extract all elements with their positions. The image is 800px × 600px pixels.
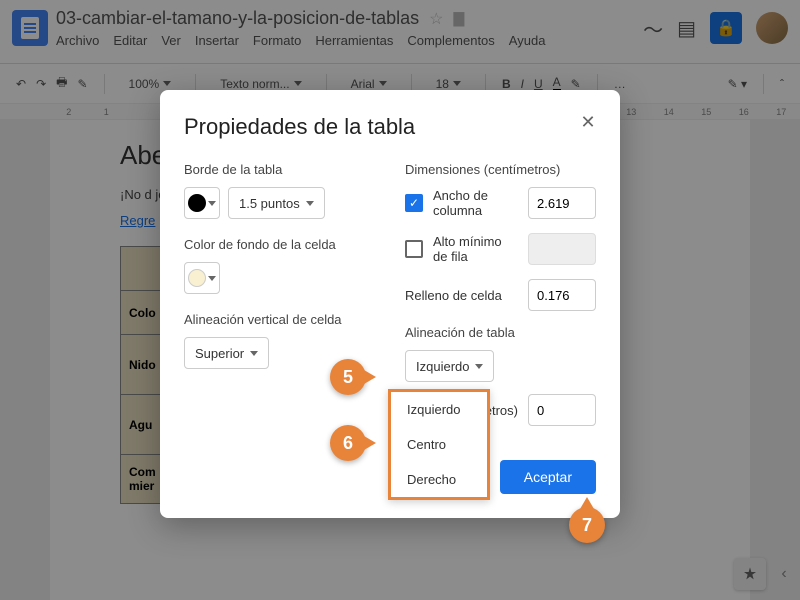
col-width-checkbox[interactable]: ✓	[405, 194, 423, 212]
valign-label: Alineación vertical de celda	[184, 312, 375, 327]
col-width-input[interactable]	[528, 187, 596, 219]
border-label: Borde de la tabla	[184, 162, 375, 177]
border-color-button[interactable]	[184, 187, 220, 219]
table-align-select[interactable]: Izquierdo	[405, 350, 494, 382]
row-height-label: Alto mínimo de fila	[433, 234, 518, 264]
callout-7: 7	[569, 507, 605, 543]
close-icon[interactable]: ✕	[576, 110, 600, 134]
callout-5: 5	[330, 359, 366, 395]
valign-select[interactable]: Superior	[184, 337, 269, 369]
callout-6: 6	[330, 425, 366, 461]
bgcolor-label: Color de fondo de la celda	[184, 237, 375, 252]
align-option-left[interactable]: Izquierdo	[391, 392, 487, 427]
dialog-title: Propiedades de la tabla	[184, 114, 596, 140]
table-align-label: Alineación de tabla	[405, 325, 596, 340]
table-align-dropdown: Izquierdo Centro Derecho	[388, 389, 490, 500]
dimensions-label: Dimensiones (centímetros)	[405, 162, 596, 177]
cell-padding-label: Relleno de celda	[405, 288, 518, 303]
align-option-center[interactable]: Centro	[391, 427, 487, 462]
align-option-right[interactable]: Derecho	[391, 462, 487, 497]
col-width-label: Ancho de columna	[433, 188, 518, 218]
cell-padding-input[interactable]	[528, 279, 596, 311]
bgcolor-button[interactable]	[184, 262, 220, 294]
indent-input[interactable]	[528, 394, 596, 426]
ok-button[interactable]: Aceptar	[500, 460, 596, 494]
row-height-checkbox[interactable]	[405, 240, 423, 258]
border-width-select[interactable]: 1.5 puntos	[228, 187, 325, 219]
row-height-input[interactable]	[528, 233, 596, 265]
